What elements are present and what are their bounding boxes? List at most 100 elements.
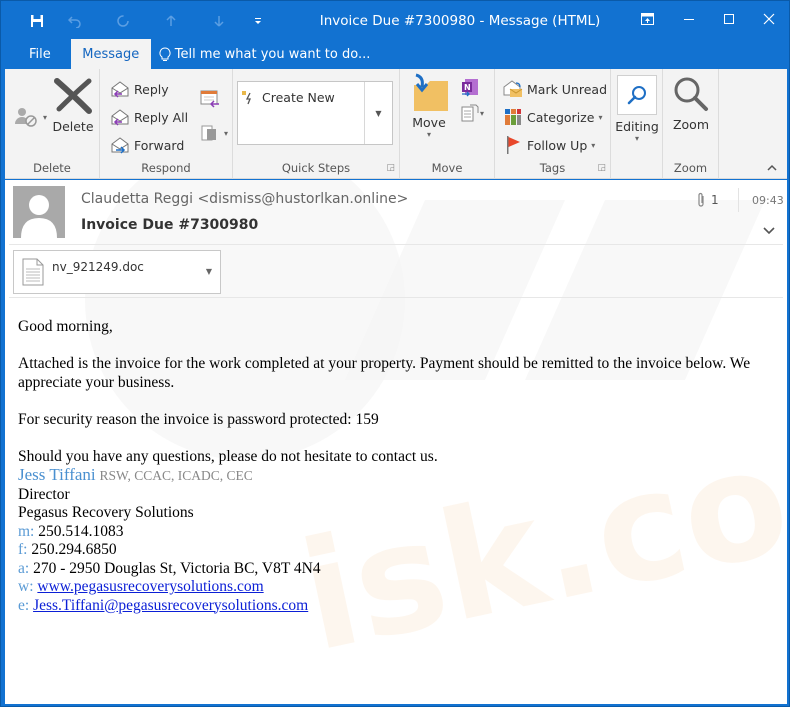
move-label: Move bbox=[412, 115, 446, 130]
minimize-button[interactable] bbox=[669, 1, 709, 37]
greeting: Good morning, bbox=[18, 318, 113, 335]
meeting-icon bbox=[200, 90, 219, 108]
attachment-menu-button[interactable]: ▼ bbox=[206, 267, 212, 276]
person-icon bbox=[21, 195, 57, 238]
signature-company: Pegasus Recovery Solutions bbox=[18, 504, 194, 521]
mark-unread-button[interactable]: Mark Unread bbox=[503, 77, 607, 101]
message-body: Good morning, Attached is the invoice fo… bbox=[18, 318, 778, 615]
collapse-ribbon-button[interactable] bbox=[767, 160, 777, 174]
maximize-icon bbox=[724, 14, 734, 24]
received-time: 09:43 bbox=[752, 194, 784, 207]
more-respond-button[interactable]: ▾ bbox=[200, 121, 228, 145]
maximize-button[interactable] bbox=[709, 1, 749, 37]
attachment-item[interactable]: nv_921249.doc ▼ bbox=[13, 250, 221, 294]
reply-label: Reply bbox=[134, 81, 169, 97]
move-group: Move ▾ N ▾ Move bbox=[400, 69, 495, 179]
signature-web: w: www.pegasusrecoverysolutions.com bbox=[18, 578, 264, 595]
quick-steps-group: Create New ▼ Quick Steps ◲ bbox=[233, 69, 400, 179]
move-button[interactable]: Move ▾ bbox=[404, 73, 454, 139]
zoom-group-label: Zoom bbox=[673, 161, 708, 175]
chevron-down-icon bbox=[763, 227, 775, 235]
signature-mobile: m: 250.514.1083 bbox=[18, 522, 124, 540]
ribbon-display-icon bbox=[640, 13, 654, 25]
forward-button[interactable]: Forward bbox=[110, 133, 184, 157]
editing-button[interactable] bbox=[617, 75, 657, 115]
onenote-button[interactable]: N bbox=[460, 75, 480, 99]
attachment-filename: nv_921249.doc bbox=[52, 260, 144, 274]
editing-label: Editing bbox=[615, 119, 659, 134]
close-icon bbox=[763, 13, 775, 25]
zoom-magnifier-icon bbox=[674, 77, 708, 111]
body-paragraph-1: Attached is the invoice for the work com… bbox=[18, 355, 751, 391]
zoom-group: Zoom Zoom bbox=[663, 69, 719, 179]
reply-button[interactable]: Reply bbox=[110, 77, 169, 101]
delete-x-icon bbox=[54, 78, 92, 114]
message-subject: Invoice Due #7300980 bbox=[81, 217, 259, 233]
sender-avatar bbox=[13, 186, 65, 238]
outlook-message-window: Invoice Due #7300980 - Message (HTML) Fi… bbox=[0, 0, 790, 707]
categorize-icon bbox=[505, 109, 521, 125]
lightbulb-icon bbox=[159, 46, 171, 61]
attachment-count-value: 1 bbox=[711, 193, 719, 207]
search-icon bbox=[627, 86, 646, 105]
website-link[interactable]: www.pegasusrecoverysolutions.com bbox=[37, 578, 263, 595]
onenote-icon: N bbox=[462, 79, 478, 97]
reply-all-icon bbox=[111, 109, 129, 126]
zoom-button[interactable]: Zoom bbox=[667, 75, 715, 132]
categorize-label: Categorize bbox=[527, 109, 595, 125]
window-controls bbox=[625, 1, 789, 37]
expand-header-button[interactable] bbox=[763, 224, 775, 239]
meeting-reply-button[interactable] bbox=[200, 87, 220, 111]
move-group-label: Move bbox=[431, 161, 463, 175]
tab-message[interactable]: Message bbox=[70, 39, 151, 69]
quick-steps-group-label: Quick Steps bbox=[281, 161, 351, 175]
tell-me-search[interactable]: Tell me what you want to do... bbox=[151, 39, 385, 69]
mark-unread-icon bbox=[503, 80, 523, 97]
move-folder-icon bbox=[414, 73, 448, 111]
respond-group: Reply Reply All Forward ▾ Respond bbox=[100, 69, 233, 179]
ribbon-display-options-button[interactable] bbox=[625, 1, 669, 37]
signature-name-line: Jess Tiffani RSW, CCAC, ICADC, CEC bbox=[18, 465, 778, 486]
follow-up-button[interactable]: Follow Up ▾ bbox=[503, 133, 595, 157]
reply-all-button[interactable]: Reply All bbox=[110, 105, 188, 129]
header-divider bbox=[738, 188, 739, 212]
forward-icon bbox=[111, 137, 129, 154]
delete-label: Delete bbox=[52, 119, 94, 134]
message-header: Claudetta Reggi <dismiss@hustorlkan.onli… bbox=[5, 180, 787, 298]
sender[interactable]: Claudetta Reggi <dismiss@hustorlkan.onli… bbox=[81, 191, 408, 207]
editing-label-button[interactable]: Editing ▾ bbox=[611, 119, 663, 143]
categorize-button[interactable]: Categorize ▾ bbox=[503, 105, 602, 129]
signature: Jess Tiffani RSW, CCAC, ICADC, CEC Direc… bbox=[18, 465, 778, 615]
minimize-icon bbox=[684, 19, 694, 20]
quick-steps-dialog-launcher[interactable]: ◲ bbox=[386, 163, 395, 173]
delete-group-label: Delete bbox=[33, 161, 71, 175]
title-bar: Invoice Due #7300980 - Message (HTML) bbox=[1, 1, 789, 41]
body-paragraph-3: Should you have any questions, please do… bbox=[18, 447, 438, 465]
reply-all-label: Reply All bbox=[134, 109, 189, 125]
reading-pane: isk.com Claudetta Reggi <dismiss@hustorl… bbox=[5, 180, 787, 704]
paperclip-icon bbox=[698, 192, 704, 207]
tags-group: Mark Unread Categorize ▾ Follow Up ▾ Tag… bbox=[495, 69, 611, 179]
zoom-label: Zoom bbox=[672, 117, 710, 132]
tags-dialog-launcher[interactable]: ◲ bbox=[597, 163, 606, 173]
create-new-label: Create New bbox=[262, 90, 335, 105]
tab-file[interactable]: File bbox=[1, 39, 71, 69]
respond-group-label: Respond bbox=[141, 161, 191, 175]
editing-group: Editing ▾ bbox=[611, 69, 663, 179]
email-link[interactable]: Jess.Tiffani@pegasusrecoverysolutions.co… bbox=[33, 597, 308, 614]
create-new-quick-step[interactable]: Create New bbox=[242, 90, 335, 105]
ribbon-tabs: File Message Tell me what you want to do… bbox=[1, 39, 789, 69]
delete-button[interactable]: Delete bbox=[51, 77, 95, 134]
signature-name: Jess Tiffani bbox=[18, 465, 96, 484]
close-button[interactable] bbox=[749, 1, 789, 37]
follow-up-label: Follow Up bbox=[527, 137, 588, 153]
signature-fax: f: 250.294.6850 bbox=[18, 541, 117, 558]
quick-steps-more-button[interactable]: ▼ bbox=[364, 82, 392, 144]
flag-icon bbox=[507, 136, 520, 154]
delete-group: ▾ Delete Delete bbox=[5, 69, 100, 179]
mark-unread-label: Mark Unread bbox=[527, 81, 608, 97]
quick-steps-gallery: Create New ▼ bbox=[237, 81, 393, 145]
lightning-icon bbox=[242, 90, 251, 104]
actions-button[interactable]: ▾ bbox=[460, 101, 484, 125]
ignore-button[interactable]: ▾ bbox=[13, 105, 47, 129]
